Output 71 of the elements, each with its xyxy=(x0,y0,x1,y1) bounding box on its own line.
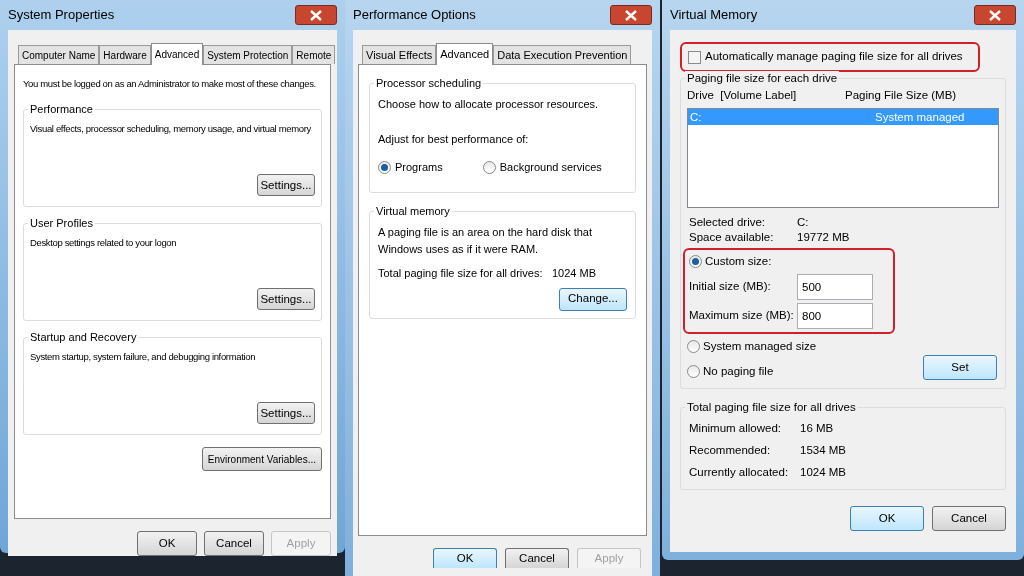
field-label: Initial size (MB): xyxy=(689,278,772,294)
dialog-button[interactable]: Settings... xyxy=(257,288,315,311)
info-label: Selected drive: xyxy=(688,215,767,230)
group-description: System startup, system failure, and debugging information xyxy=(30,350,256,365)
window-title: System Properties xyxy=(8,6,115,25)
radio-button[interactable] xyxy=(378,160,391,174)
close-icon xyxy=(625,9,637,21)
radio-button[interactable] xyxy=(689,255,702,269)
tab[interactable]: Visual Effects xyxy=(362,45,437,64)
tab[interactable]: Remote xyxy=(292,45,336,64)
input-field[interactable]: 800 xyxy=(797,302,873,329)
info-value: 19772 MB xyxy=(797,230,850,245)
radio-label: System managed size xyxy=(703,338,817,354)
tab[interactable]: Advanced xyxy=(436,43,494,65)
radio-label: Custom size: xyxy=(705,254,772,270)
group-description: Desktop settings related to your logon xyxy=(30,236,177,251)
radio-label: Programs xyxy=(395,160,443,175)
group-description: Choose how to allocate processor resources. xyxy=(378,97,600,112)
close-icon xyxy=(310,9,322,21)
info-label: Minimum allowed: xyxy=(689,421,783,435)
dialog-button[interactable]: Environment Variables... xyxy=(201,447,322,472)
info-value: 1024 MB xyxy=(800,465,847,479)
prompt-text: Adjust for best performance of: xyxy=(378,131,530,147)
checkbox-label: Automatically manage paging file size for all drives xyxy=(705,49,963,65)
dialog-button[interactable]: OK xyxy=(433,548,497,568)
close-button[interactable] xyxy=(974,5,1016,25)
group-description: Visual effects, processor scheduling, memory usage, and virtual memory xyxy=(30,122,311,137)
info-label: Space available: xyxy=(688,230,775,245)
dialog-button[interactable]: Settings... xyxy=(257,402,315,425)
group-heading: Processor scheduling xyxy=(374,76,484,90)
dialog-button[interactable]: Cancel xyxy=(505,548,569,568)
info-label: Recommended: xyxy=(689,443,772,457)
radio-button[interactable] xyxy=(687,364,700,378)
radio-button[interactable] xyxy=(482,160,496,174)
column-header: Paging File Size (MB) xyxy=(845,88,957,103)
column-header: Drive [Volume Label] xyxy=(687,88,798,103)
dialog-button[interactable]: OK xyxy=(850,506,924,531)
group-description: A paging file is an area on the hard disk that Windows uses as if it were RAM. xyxy=(378,225,594,257)
checkbox[interactable] xyxy=(688,50,701,64)
field-label: Maximum size (MB): xyxy=(689,307,795,323)
tab[interactable]: System Protection xyxy=(203,45,293,64)
total-label: Total paging file size for all drives: xyxy=(378,266,544,281)
group-heading: Total paging file size for all drives xyxy=(685,400,858,414)
dialog-button[interactable]: Cancel xyxy=(204,531,264,556)
dialog-button[interactable]: Change... xyxy=(559,287,627,311)
tab[interactable]: Computer Name xyxy=(18,45,100,64)
radio-label: Background services xyxy=(499,160,602,175)
group-heading: Paging file size for each drive xyxy=(685,71,840,85)
close-button[interactable] xyxy=(295,5,337,25)
tab[interactable]: Data Execution Prevention xyxy=(493,45,632,64)
close-icon xyxy=(989,9,1001,21)
info-value: 16 MB xyxy=(800,421,834,435)
tab[interactable]: Hardware xyxy=(99,45,151,64)
dialog-button[interactable]: Set xyxy=(923,355,997,380)
dialog-button[interactable]: Settings... xyxy=(257,174,315,197)
info-label: Currently allocated: xyxy=(689,465,790,479)
group-heading: Virtual memory xyxy=(374,204,452,218)
tab[interactable]: Advanced xyxy=(150,43,204,65)
admin-note: You must be logged on as an Administrator to make most of these changes. xyxy=(23,77,316,91)
radio-button[interactable] xyxy=(687,339,700,353)
dialog-button[interactable]: OK xyxy=(137,531,197,556)
window-title: Performance Options xyxy=(353,6,476,25)
radio-label: No paging file xyxy=(703,363,774,379)
info-value: C: xyxy=(797,215,809,230)
input-field[interactable]: 500 xyxy=(797,273,873,300)
dialog-button[interactable]: Cancel xyxy=(932,506,1006,531)
group-heading: Startup and Recovery xyxy=(28,330,139,345)
info-value: 1534 MB xyxy=(800,443,847,457)
close-button[interactable] xyxy=(610,5,652,25)
window-title: Virtual Memory xyxy=(670,6,758,25)
total-value: 1024 MB xyxy=(552,266,597,281)
